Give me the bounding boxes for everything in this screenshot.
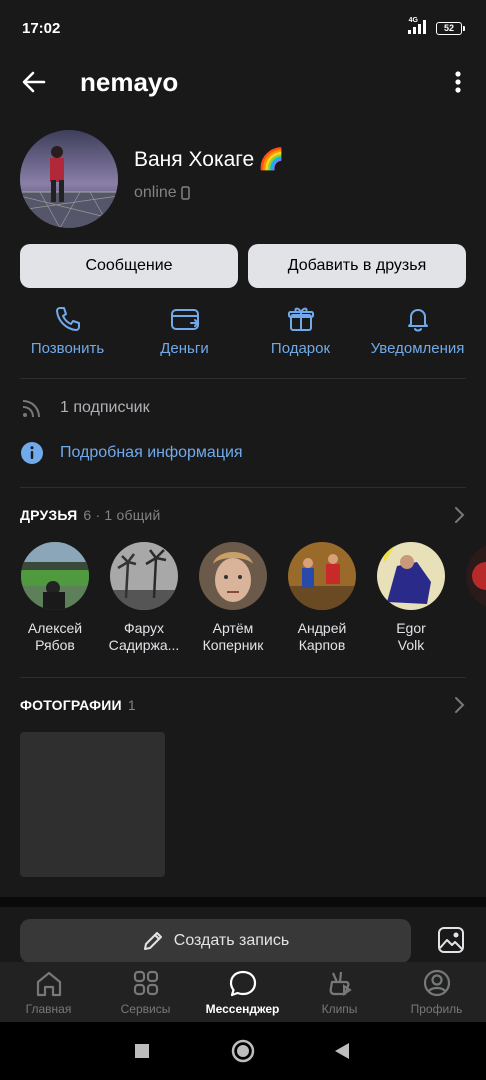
- friends-title: ДРУЗЬЯ: [20, 507, 78, 523]
- profile-icon: [423, 969, 450, 997]
- tab-messenger[interactable]: Мессенджер: [194, 962, 291, 1022]
- create-post-button[interactable]: Создать запись: [20, 919, 411, 963]
- back-nav-icon[interactable]: [334, 1042, 350, 1060]
- friend-avatar: [21, 542, 89, 610]
- tab-services[interactable]: Сервисы: [97, 962, 194, 1022]
- section-separator: [0, 897, 486, 907]
- friend-first-name: Андрей: [297, 620, 347, 636]
- friends-header[interactable]: ДРУЗЬЯ 6 · 1 общий: [20, 507, 466, 523]
- friends-list: Алексей Рябов Фарух Садиржа... Артём Коперн…: [0, 542, 486, 662]
- tab-profile[interactable]: Профиль: [388, 962, 485, 1022]
- messenger-icon: [229, 970, 256, 997]
- friend-avatar: [110, 542, 178, 610]
- friend-avatar: [288, 542, 356, 610]
- tab-clips-label: Клипы: [321, 1002, 358, 1016]
- home-icon: [36, 971, 61, 997]
- friend-item[interactable]: Egor Volk: [366, 542, 456, 654]
- more-options-icon[interactable]: [448, 68, 468, 96]
- photos-title: ФОТОГРАФИИ: [20, 697, 122, 713]
- friend-last-name: Рябов: [35, 637, 75, 653]
- friend-avatar: [199, 542, 267, 610]
- status-time: 17:02: [22, 20, 61, 37]
- chevron-right-icon: [455, 507, 465, 523]
- tab-home[interactable]: Главная: [0, 962, 97, 1022]
- money-action[interactable]: Деньги: [124, 300, 245, 357]
- online-status: online: [134, 184, 190, 202]
- followers-row[interactable]: 1 подписчик: [20, 396, 150, 420]
- photos-header[interactable]: ФОТОГРАФИИ 1: [20, 697, 466, 713]
- signal-icon: [408, 20, 426, 34]
- divider: [20, 677, 466, 678]
- friend-first-name: Алексей: [27, 620, 83, 636]
- followers-count: 1 подписчик: [60, 399, 150, 416]
- gift-action[interactable]: Подарок: [240, 300, 361, 357]
- money-label: Деньги: [160, 340, 209, 357]
- system-nav-bar: [0, 1022, 486, 1080]
- friend-item[interactable]: Артём Коперник: [188, 542, 278, 654]
- profile-avatar[interactable]: [20, 130, 118, 228]
- profile-name: Ваня Хокаге 🌈: [134, 148, 284, 172]
- create-post-label: Создать запись: [173, 932, 290, 949]
- mobile-phone-icon: [180, 186, 190, 200]
- add-friend-button[interactable]: Добавить в друзья: [248, 244, 466, 288]
- friend-avatar: [466, 542, 486, 610]
- photo-thumbnail[interactable]: [20, 732, 165, 877]
- tab-clips[interactable]: Клипы: [291, 962, 388, 1022]
- rainbow-emoji: 🌈: [258, 148, 285, 171]
- profile-name-text: Ваня Хокаге: [134, 148, 255, 171]
- bell-icon: [407, 309, 428, 332]
- pencil-icon: [143, 932, 162, 950]
- rss-icon: [22, 400, 40, 418]
- friend-last-name: Садиржа...: [108, 637, 180, 653]
- page-title: nemayo: [80, 67, 179, 97]
- photos-count: 1: [127, 697, 136, 713]
- info-icon: [21, 442, 43, 464]
- tab-home-label: Главная: [25, 1002, 72, 1016]
- services-icon: [133, 970, 158, 996]
- call-action[interactable]: Позвонить: [7, 300, 128, 357]
- action-row: Позвонить Деньги Подарок Уведомления: [0, 300, 486, 370]
- call-label: Позвонить: [30, 340, 105, 357]
- back-arrow-icon[interactable]: [20, 68, 48, 96]
- friend-last-name: Volk: [397, 637, 425, 653]
- friend-first-name: Фарух: [123, 620, 165, 636]
- bottom-tab-bar: Главная Сервисы Мессенджер Клипы Профиль: [0, 962, 486, 1022]
- home-nav-icon[interactable]: [231, 1039, 255, 1063]
- top-bar: nemayo: [0, 58, 486, 106]
- clips-icon: [329, 971, 352, 996]
- online-status-text: online: [134, 184, 177, 201]
- message-button[interactable]: Сообщение: [20, 244, 238, 288]
- friend-item[interactable]: АДо: [455, 542, 486, 654]
- phone-icon: [55, 307, 80, 331]
- details-link: Подробная информация: [60, 444, 243, 461]
- friend-item[interactable]: Алексей Рябов: [10, 542, 100, 654]
- recents-icon[interactable]: [134, 1043, 150, 1059]
- friends-count: 6 · 1 общий: [83, 507, 161, 523]
- friend-last-name: Карпов: [298, 637, 346, 653]
- friend-first-name: Артём: [212, 620, 254, 636]
- friend-last-name: Коперник: [202, 637, 264, 653]
- gift-label: Подарок: [270, 340, 331, 357]
- gallery-icon[interactable]: [436, 925, 466, 955]
- chevron-right-icon: [455, 697, 465, 713]
- tab-messenger-label: Мессенджер: [205, 1002, 280, 1016]
- friend-avatar: [377, 542, 445, 610]
- tab-services-label: Сервисы: [120, 1002, 171, 1016]
- tab-profile-label: Профиль: [410, 1002, 463, 1016]
- profile-header: Ваня Хокаге 🌈 online: [20, 128, 466, 230]
- notifications-action[interactable]: Уведомления: [357, 300, 478, 357]
- friend-item[interactable]: Андрей Карпов: [277, 542, 367, 654]
- notifications-label: Уведомления: [370, 340, 465, 357]
- wallet-icon: [170, 309, 199, 330]
- divider: [20, 487, 466, 488]
- gift-icon: [287, 307, 314, 331]
- friend-item[interactable]: Фарух Садиржа...: [99, 542, 189, 654]
- battery-icon: 52: [436, 22, 465, 35]
- friend-first-name: Egor: [396, 620, 426, 636]
- status-bar: 17:02 4G 52: [0, 0, 486, 58]
- divider: [20, 378, 466, 379]
- details-row[interactable]: Подробная информация: [20, 441, 243, 465]
